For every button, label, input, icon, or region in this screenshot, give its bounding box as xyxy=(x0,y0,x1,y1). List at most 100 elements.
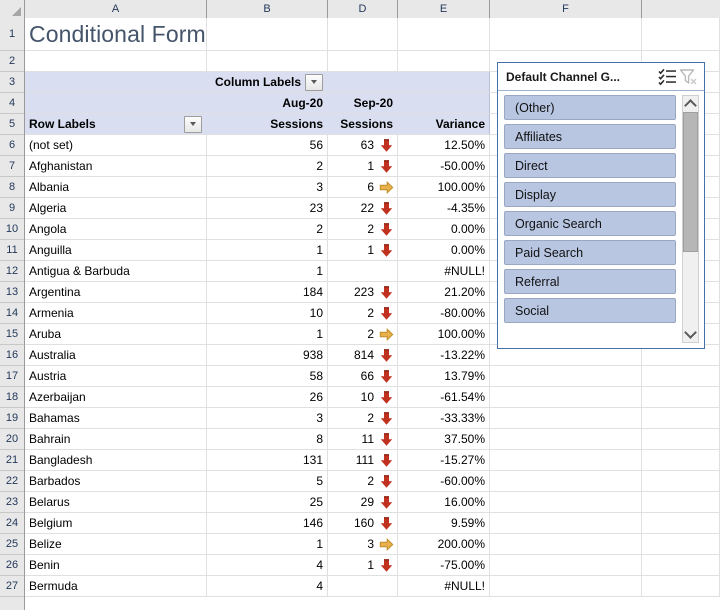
slicer-item[interactable]: Referral xyxy=(504,269,676,294)
row-header-6[interactable]: 6 xyxy=(0,135,24,156)
cell-country[interactable]: Aruba xyxy=(25,324,207,344)
cell-a2[interactable] xyxy=(25,51,207,71)
cell-g1[interactable] xyxy=(642,18,720,50)
row-header-18[interactable]: 18 xyxy=(0,387,24,408)
column-labels-filter-button[interactable] xyxy=(305,73,323,91)
cell-sessions-aug[interactable]: 23 xyxy=(207,198,328,218)
cell-g[interactable] xyxy=(642,450,720,470)
row-header-24[interactable]: 24 xyxy=(0,513,24,534)
cell-sessions-sep[interactable]: 111 xyxy=(328,450,398,470)
row-header-12[interactable]: 12 xyxy=(0,261,24,282)
cell-d3[interactable] xyxy=(328,72,398,92)
cell-f[interactable] xyxy=(490,387,642,407)
cell-sessions-aug[interactable]: 56 xyxy=(207,135,328,155)
row-header-7[interactable]: 7 xyxy=(0,156,24,177)
slicer-scrollbar[interactable] xyxy=(682,95,699,343)
cell-country[interactable]: Bermuda xyxy=(25,576,207,596)
cell-sessions-aug[interactable]: 4 xyxy=(207,576,328,596)
row-header-9[interactable]: 9 xyxy=(0,198,24,219)
cell-g[interactable] xyxy=(642,471,720,491)
cell-sessions-sep[interactable]: 1 xyxy=(328,555,398,575)
cell-sessions-aug[interactable]: 2 xyxy=(207,156,328,176)
cell-g[interactable] xyxy=(642,513,720,533)
cell-country[interactable]: Algeria xyxy=(25,198,207,218)
cell-sessions-sep[interactable]: 29 xyxy=(328,492,398,512)
cell-country[interactable]: (not set) xyxy=(25,135,207,155)
row-header-1[interactable]: 1 xyxy=(0,18,24,51)
cell-e4[interactable] xyxy=(398,93,490,113)
cell-d2[interactable] xyxy=(328,51,398,71)
cell-country[interactable]: Angola xyxy=(25,219,207,239)
slicer-item[interactable]: Organic Search xyxy=(504,211,676,236)
cell-country[interactable]: Bangladesh xyxy=(25,450,207,470)
cell-variance[interactable]: 13.79% xyxy=(398,366,490,386)
cell-variance[interactable]: #NULL! xyxy=(398,261,490,281)
cell-b2[interactable] xyxy=(207,51,328,71)
column-header-b[interactable]: B xyxy=(207,0,328,18)
cell-sessions-sep[interactable]: 1 xyxy=(328,240,398,260)
cell-sessions-sep[interactable]: 2 xyxy=(328,408,398,428)
cell-sessions-sep[interactable]: 10 xyxy=(328,387,398,407)
cell-g[interactable] xyxy=(642,534,720,554)
column-header-blank[interactable] xyxy=(642,0,720,18)
multi-select-icon[interactable] xyxy=(658,67,678,87)
cell-sessions-aug[interactable]: 1 xyxy=(207,240,328,260)
cell-sessions-sep[interactable]: 66 xyxy=(328,366,398,386)
cell-sessions-sep[interactable]: 22 xyxy=(328,198,398,218)
cell-variance[interactable]: 37.50% xyxy=(398,429,490,449)
cell-country[interactable]: Bahrain xyxy=(25,429,207,449)
cell-f[interactable] xyxy=(490,408,642,428)
row-header-15[interactable]: 15 xyxy=(0,324,24,345)
cell-sessions-sep[interactable]: 2 xyxy=(328,219,398,239)
cell-sessions-aug[interactable]: 184 xyxy=(207,282,328,302)
cell-sessions-aug[interactable]: 1 xyxy=(207,534,328,554)
row-header-11[interactable]: 11 xyxy=(0,240,24,261)
select-all-corner[interactable] xyxy=(0,0,25,18)
column-header-f[interactable]: F xyxy=(490,0,642,18)
cell-variance[interactable]: -80.00% xyxy=(398,303,490,323)
row-header-13[interactable]: 13 xyxy=(0,282,24,303)
cell-country[interactable]: Armenia xyxy=(25,303,207,323)
row-labels-filter-button[interactable] xyxy=(184,115,202,133)
cell-variance[interactable]: 200.00% xyxy=(398,534,490,554)
cell-f[interactable] xyxy=(490,534,642,554)
cell-e3[interactable] xyxy=(398,72,490,92)
cell-b4-period1[interactable]: Aug-20 xyxy=(207,93,328,113)
cell-sessions-sep[interactable]: 2 xyxy=(328,471,398,491)
cell-variance[interactable]: 0.00% xyxy=(398,219,490,239)
cell-d1[interactable] xyxy=(328,18,398,50)
cell-f1[interactable] xyxy=(490,18,642,50)
row-header-8[interactable]: 8 xyxy=(0,177,24,198)
cell-variance[interactable]: 12.50% xyxy=(398,135,490,155)
slicer-item[interactable]: Display xyxy=(504,182,676,207)
cell-variance[interactable]: 21.20% xyxy=(398,282,490,302)
cell-b1[interactable] xyxy=(207,18,328,50)
row-header-22[interactable]: 22 xyxy=(0,471,24,492)
row-header-16[interactable]: 16 xyxy=(0,345,24,366)
cell-sessions-sep[interactable]: 2 xyxy=(328,303,398,323)
cell-a5-row-labels[interactable]: Row Labels xyxy=(25,114,207,134)
cell-variance[interactable]: -13.22% xyxy=(398,345,490,365)
cell-g[interactable] xyxy=(642,429,720,449)
cell-variance[interactable]: -50.00% xyxy=(398,156,490,176)
cell-e5-measure3[interactable]: Variance xyxy=(398,114,490,134)
cell-country[interactable]: Bahamas xyxy=(25,408,207,428)
cell-f[interactable] xyxy=(490,366,642,386)
cell-sessions-sep[interactable]: 6 xyxy=(328,177,398,197)
cell-sessions-sep[interactable]: 2 xyxy=(328,324,398,344)
row-header-27[interactable]: 27 xyxy=(0,576,24,597)
row-header-25[interactable]: 25 xyxy=(0,534,24,555)
cell-sessions-aug[interactable]: 1 xyxy=(207,324,328,344)
cell-variance[interactable]: 100.00% xyxy=(398,177,490,197)
cell-variance[interactable]: 100.00% xyxy=(398,324,490,344)
cell-e2[interactable] xyxy=(398,51,490,71)
column-header-e[interactable]: E xyxy=(398,0,490,18)
cell-country[interactable]: Belgium xyxy=(25,513,207,533)
cell-sessions-sep[interactable]: 3 xyxy=(328,534,398,554)
cell-e1[interactable] xyxy=(398,18,490,50)
row-header-5[interactable]: 5 xyxy=(0,114,24,135)
cell-d5-measure2[interactable]: Sessions xyxy=(328,114,398,134)
row-header-14[interactable]: 14 xyxy=(0,303,24,324)
slicer-item[interactable]: (Other) xyxy=(504,95,676,120)
cell-variance[interactable]: -15.27% xyxy=(398,450,490,470)
